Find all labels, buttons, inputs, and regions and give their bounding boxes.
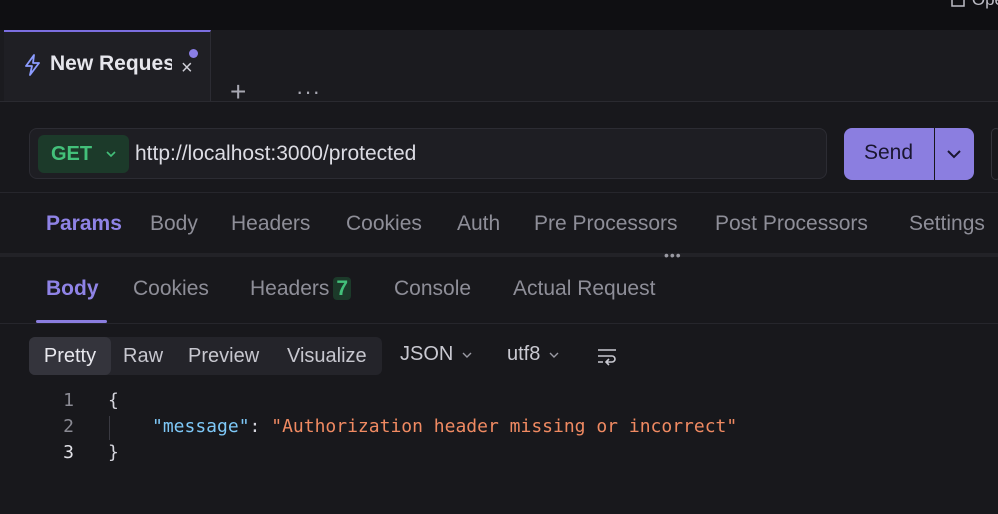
url-input[interactable]: http://localhost:3000/protected xyxy=(135,142,416,166)
view-visualize[interactable]: Visualize xyxy=(287,337,367,375)
url-bar: GET http://localhost:3000/protected xyxy=(29,128,827,179)
method-select[interactable]: GET xyxy=(38,135,129,173)
indent-guide xyxy=(109,416,110,440)
tab-title: New Request xyxy=(50,52,172,75)
divider xyxy=(0,323,998,324)
view-preview[interactable]: Preview xyxy=(188,337,259,375)
close-tab-icon[interactable]: × xyxy=(181,56,193,80)
tab-new-request[interactable]: New Request × xyxy=(4,30,211,101)
tab-settings[interactable]: Settings xyxy=(909,212,985,236)
tab-pre-processors[interactable]: Pre Processors xyxy=(534,212,678,236)
title-bar: Ope xyxy=(0,0,998,30)
response-tab-cookies[interactable]: Cookies xyxy=(133,277,209,301)
open-label: Ope xyxy=(972,0,998,10)
code-open-brace: { xyxy=(108,390,119,411)
headers-count-badge: 7 xyxy=(333,277,352,300)
tab-body[interactable]: Body xyxy=(150,212,198,236)
view-raw[interactable]: Raw xyxy=(123,337,163,375)
view-mode-selector: Pretty Raw Preview Visualize xyxy=(29,337,382,375)
open-button[interactable]: Ope xyxy=(950,0,998,10)
encoding-select[interactable]: utf8 xyxy=(507,343,560,366)
line-number: 3 xyxy=(63,442,74,463)
chevron-down-icon xyxy=(947,150,961,159)
open-icon xyxy=(951,0,965,7)
more-tabs-icon[interactable]: ··· xyxy=(296,78,321,106)
tab-cookies[interactable]: Cookies xyxy=(346,212,422,236)
panel-resizer[interactable] xyxy=(0,253,998,257)
send-options-button[interactable] xyxy=(935,128,974,180)
code-line-message: "message": "Authorization header missing… xyxy=(152,416,737,437)
tab-strip: New Request × + ··· xyxy=(0,30,998,106)
chevron-down-icon xyxy=(106,151,116,158)
json-string-value: "Authorization header missing or incorre… xyxy=(271,416,738,437)
response-tab-headers-label: Headers xyxy=(250,277,330,300)
encoding-label: utf8 xyxy=(507,343,541,365)
tab-auth[interactable]: Auth xyxy=(457,212,500,236)
divider xyxy=(0,192,998,193)
chevron-down-icon xyxy=(549,352,559,358)
response-tab-body[interactable]: Body xyxy=(46,277,99,301)
response-tab-headers[interactable]: Headers 7 xyxy=(250,277,352,301)
response-tabs: Body Cookies Headers 7 Console Actual Req… xyxy=(0,277,998,317)
resize-grip-icon[interactable]: ••• xyxy=(664,248,682,262)
add-tab-icon[interactable]: + xyxy=(230,78,246,106)
tab-params[interactable]: Params xyxy=(46,212,122,236)
tab-post-processors[interactable]: Post Processors xyxy=(715,212,868,236)
format-label: JSON xyxy=(400,343,454,365)
view-pretty[interactable]: Pretty xyxy=(29,337,111,375)
request-tabs: Params Body Headers Cookies Auth Pre Pro… xyxy=(0,212,998,242)
send-button[interactable]: Send xyxy=(844,128,934,180)
method-label: GET xyxy=(51,143,93,165)
lightning-icon xyxy=(25,54,40,76)
response-tab-console[interactable]: Console xyxy=(394,277,471,301)
chevron-down-icon xyxy=(462,352,472,358)
format-select[interactable]: JSON xyxy=(400,343,473,366)
send-label: Send xyxy=(864,141,914,164)
line-number: 2 xyxy=(63,416,74,437)
line-number: 1 xyxy=(63,390,74,411)
json-key: "message" xyxy=(152,416,250,437)
code-close-brace: } xyxy=(108,442,119,463)
toolbar-edge-button[interactable] xyxy=(991,128,998,180)
tab-headers[interactable]: Headers xyxy=(231,212,310,236)
response-tab-actual-request[interactable]: Actual Request xyxy=(513,277,655,301)
word-wrap-icon[interactable] xyxy=(596,346,618,366)
json-colon: : xyxy=(249,416,272,437)
